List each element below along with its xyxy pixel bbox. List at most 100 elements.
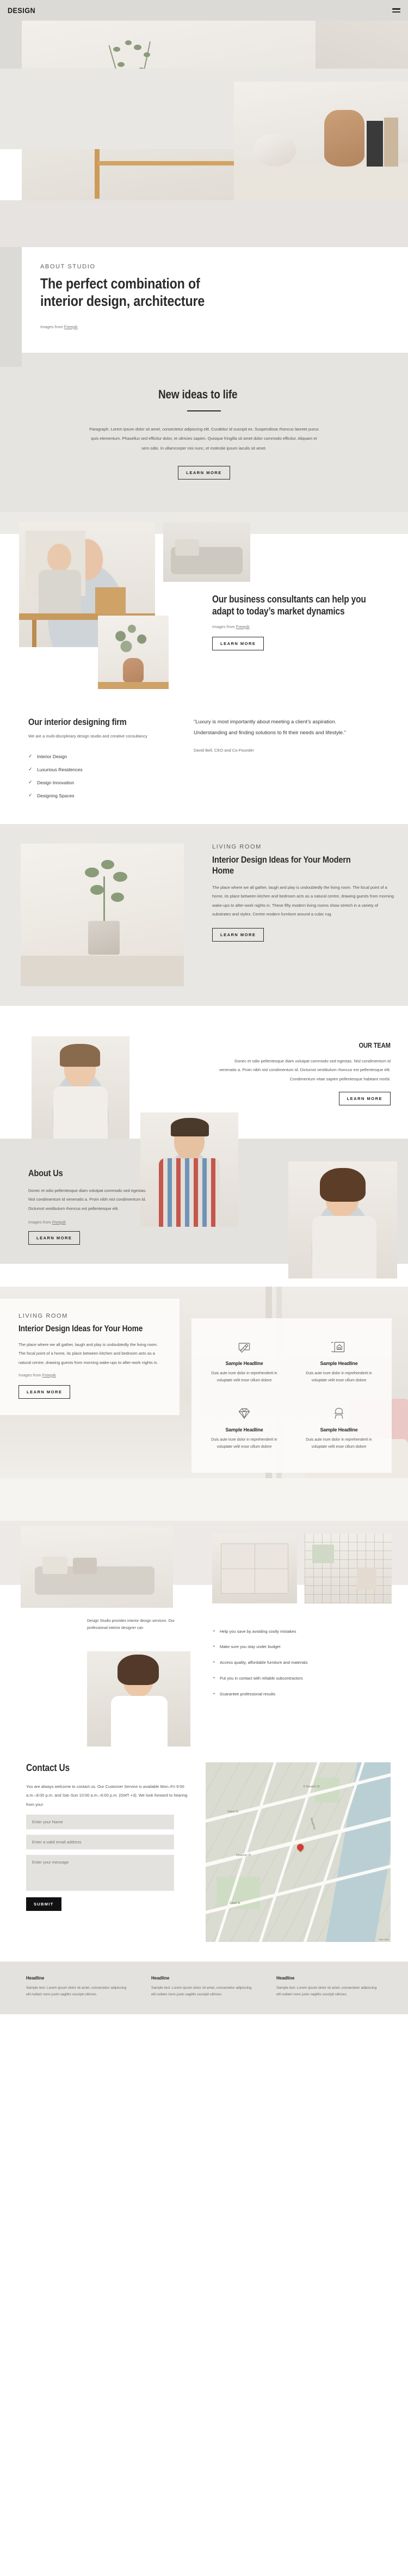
freepik-link[interactable]: Freepik bbox=[64, 324, 78, 329]
contact-text-block: Contact Us You are always welcome to con… bbox=[26, 1762, 189, 1911]
hero-grey-sidebar bbox=[0, 247, 22, 367]
firm-right-column: “Luxury is most importantly about meetin… bbox=[180, 717, 359, 802]
hero-image-ceramics bbox=[234, 82, 408, 210]
list-item: ✓ Design Innovation bbox=[28, 776, 180, 789]
feature-text: Duis aute irure dolor in reprehenderit i… bbox=[211, 1371, 277, 1383]
firm-item-label: Interior Design bbox=[37, 753, 67, 759]
testimonial-attribution: David Bell, CEO and Co-Founder bbox=[194, 747, 254, 753]
studio-section: Design Studio provides interior design s… bbox=[0, 1520, 408, 1749]
email-input[interactable] bbox=[26, 1835, 174, 1849]
list-item: ✓ Luxurious Residences bbox=[28, 763, 180, 776]
freepik-link[interactable]: Freepik bbox=[52, 1220, 66, 1225]
check-icon: ✓ bbox=[28, 766, 33, 772]
footer-column: Headline Sample text. Lorem ipsum dolor … bbox=[276, 1976, 380, 1999]
team-member-image-3 bbox=[288, 1161, 397, 1278]
list-item: Make sure you stay under budget bbox=[212, 1639, 392, 1655]
list-item: ✓ Designing Spaces bbox=[28, 789, 180, 802]
contact-paragraph: You are always welcome to contact us. Ou… bbox=[26, 1784, 188, 1807]
features-text-card: LIVING ROOM Interior Design Ideas for Yo… bbox=[0, 1298, 180, 1415]
list-item: Guarantee professional results bbox=[212, 1687, 392, 1702]
check-icon: ✓ bbox=[28, 753, 33, 759]
hamburger-icon[interactable] bbox=[392, 8, 400, 13]
list-item: Access quality, affordable furniture and… bbox=[212, 1655, 392, 1671]
footer-heading: Headline bbox=[151, 1975, 170, 1981]
hero-text-card: ABOUT STUDIO The perfect combination of … bbox=[22, 248, 239, 346]
hero-image-credit: Images from Freepik bbox=[40, 324, 221, 329]
about-us-block: About Us Donec et odio pellentesque diam… bbox=[28, 1168, 153, 1245]
list-item: ✓ Interior Design bbox=[28, 750, 180, 763]
living-room-learn-more-button[interactable]: LEARN MORE bbox=[212, 927, 264, 942]
new-ideas-learn-more-button[interactable]: LEARN MORE bbox=[178, 465, 230, 479]
footer-heading: Headline bbox=[26, 1975, 45, 1981]
feature-text: Duis aute irure dolor in reprehenderit i… bbox=[306, 1437, 372, 1449]
testimonial-quote: “Luxury is most importantly about meetin… bbox=[194, 718, 346, 736]
feature-headline: Sample Headline bbox=[320, 1360, 358, 1366]
consultants-learn-more-button[interactable]: LEARN MORE bbox=[212, 636, 264, 650]
freepik-link[interactable]: Freepik bbox=[42, 1373, 56, 1378]
studio-benefit-list: Help you save by avoiding costly mistake… bbox=[212, 1624, 392, 1702]
site-header: DESIGN bbox=[0, 0, 408, 21]
living-room-title: Interior Design Ideas for Your Modern Ho… bbox=[212, 854, 351, 876]
message-input[interactable] bbox=[26, 1855, 174, 1891]
features-image-credit: Images from Freepik bbox=[18, 1373, 163, 1378]
team-paragraph: Donec et odio pellentesque diam volutpat… bbox=[219, 1058, 391, 1082]
firm-item-label: Designing Spaces bbox=[37, 792, 75, 798]
feature-headline: Sample Headline bbox=[225, 1360, 263, 1366]
team-member-image-2 bbox=[140, 1112, 238, 1227]
check-icon: ✓ bbox=[28, 792, 33, 798]
about-us-title: About Us bbox=[28, 1167, 63, 1178]
living-room-section: LIVING ROOM Interior Design Ideas for Yo… bbox=[0, 823, 408, 1031]
contact-title: Contact Us bbox=[26, 1762, 70, 1773]
features-section: LIVING ROOM Interior Design Ideas for Yo… bbox=[0, 1286, 408, 1521]
living-room-paragraph: The place where we all gather, laugh and… bbox=[212, 884, 394, 917]
hero-credit-prefix: Images from bbox=[40, 324, 64, 329]
about-learn-more-button[interactable]: LEARN MORE bbox=[28, 1231, 81, 1245]
consultants-text-block: Our business consultants can help you ad… bbox=[212, 594, 392, 650]
feature-card: Sample Headline Duis aute irure dolor in… bbox=[197, 1330, 292, 1394]
hero-title: The perfect combination of interior desi… bbox=[40, 275, 205, 309]
footer-text: Sample text. Lorem ipsum dolor sit amet,… bbox=[276, 1985, 377, 1996]
freepik-link[interactable]: Freepik bbox=[236, 624, 250, 629]
new-ideas-paragraph: Paragraph. Lorem ipsum dolor sit amet, c… bbox=[89, 427, 319, 451]
consultants-image-plant bbox=[98, 615, 169, 689]
map-attribution: Map data bbox=[379, 1938, 389, 1941]
blueprint-house-icon bbox=[299, 1338, 379, 1356]
living-room-eyebrow: LIVING ROOM bbox=[212, 843, 262, 850]
team-section: OUR TEAM Donec et odio pellentesque diam… bbox=[0, 1030, 408, 1287]
about-credit-prefix: Images from bbox=[28, 1220, 52, 1225]
firm-service-list: ✓ Interior Design ✓ Luxurious Residences ✓… bbox=[28, 750, 180, 802]
list-item: Put you in contact with reliable subcont… bbox=[212, 1671, 392, 1687]
firm-item-label: Design Innovation bbox=[37, 779, 75, 785]
firm-section: Our interior designing firm We are a mul… bbox=[0, 691, 408, 824]
check-icon: ✓ bbox=[28, 779, 33, 785]
diamond-icon bbox=[205, 1404, 284, 1423]
chair-icon bbox=[299, 1404, 379, 1423]
map-street-label: Canal St bbox=[230, 1901, 240, 1905]
team-text-block: OUR TEAM Donec et odio pellentesque diam… bbox=[217, 1041, 391, 1106]
studio-image-shelf bbox=[212, 1533, 297, 1603]
team-learn-more-button[interactable]: LEARN MORE bbox=[338, 1092, 391, 1106]
hero-eyebrow: ABOUT STUDIO bbox=[40, 263, 96, 270]
name-input[interactable] bbox=[26, 1815, 174, 1829]
studio-caption: Design Studio provides interior design s… bbox=[87, 1619, 175, 1631]
feature-text: Duis aute irure dolor in reprehenderit i… bbox=[211, 1437, 277, 1449]
contact-map[interactable]: Grand St Delancey St Broadway Canal St E… bbox=[206, 1762, 391, 1942]
footer-column: Headline Sample text. Lorem ipsum dolor … bbox=[151, 1976, 255, 1999]
site-logo[interactable]: DESIGN bbox=[8, 6, 35, 15]
submit-button[interactable]: SUBMIT bbox=[26, 1897, 61, 1911]
features-paragraph: The place where we all gather, laugh and… bbox=[18, 1342, 158, 1365]
studio-image-sofa bbox=[21, 1526, 173, 1608]
consultants-credit-prefix: Images from bbox=[212, 624, 236, 629]
contact-form: SUBMIT bbox=[26, 1815, 189, 1911]
map-street-label: Grand St bbox=[227, 1810, 239, 1813]
team-member-image-1 bbox=[32, 1036, 129, 1140]
contact-section: Contact Us You are always welcome to con… bbox=[0, 1749, 408, 1962]
footer-heading: Headline bbox=[276, 1975, 295, 1981]
title-divider bbox=[187, 410, 221, 411]
features-learn-more-button[interactable]: LEARN MORE bbox=[18, 1385, 71, 1399]
ruler-pencil-icon bbox=[205, 1338, 284, 1356]
about-image-credit: Images from Freepik bbox=[28, 1220, 153, 1225]
feature-card: Sample Headline Duis aute irure dolor in… bbox=[197, 1397, 292, 1461]
map-street-label: Broadway bbox=[309, 1817, 317, 1830]
consultants-title: Our business consultants can help you ad… bbox=[212, 593, 366, 617]
